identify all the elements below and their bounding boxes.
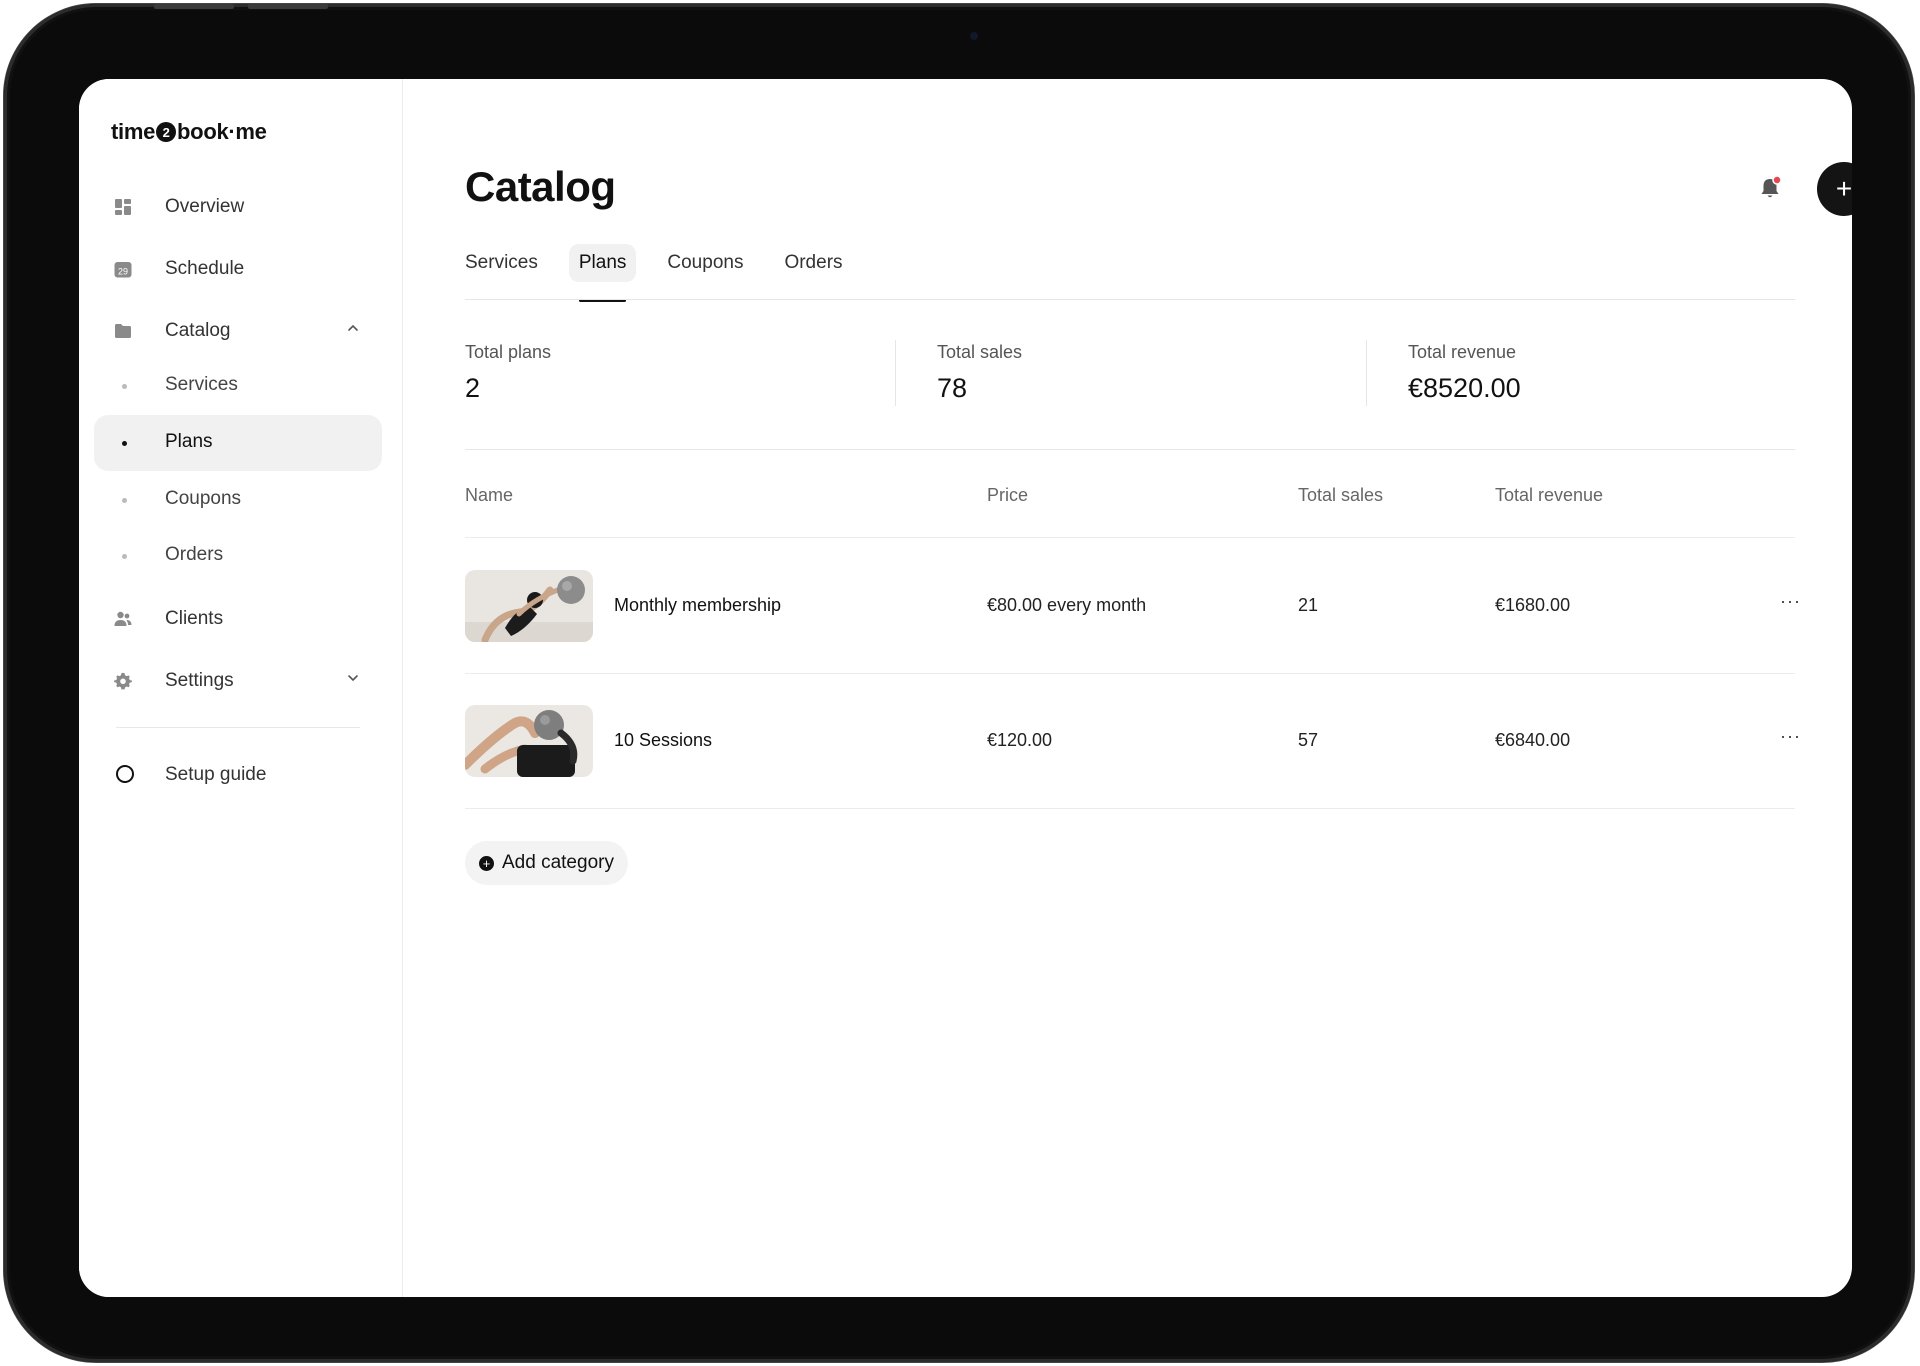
bullet-icon [122,441,127,446]
sidebar: time 2 book·me Overview 29 Schedule Cata… [79,79,403,1297]
folder-icon [115,324,131,338]
tab-orders[interactable]: Orders [774,244,852,282]
stat-divider [895,340,896,406]
stat-total-revenue: Total revenue €8520.00 [1408,342,1521,404]
row-more-menu-icon[interactable]: ··· [1780,591,1801,612]
column-header-total-revenue[interactable]: Total revenue [1495,485,1603,506]
brand-logo[interactable]: time 2 book·me [111,119,267,145]
bullet-icon [122,384,127,389]
sidebar-divider [116,727,360,728]
users-icon [114,611,132,626]
sidebar-subitem-plans[interactable]: Plans [94,415,382,471]
bullet-icon [122,498,127,503]
plus-icon: + [1835,173,1852,204]
sidebar-subitem-label: Services [165,374,238,395]
volume-button [154,4,234,9]
plan-price: €120.00 [987,730,1053,750]
notification-dot [1772,175,1782,185]
page-title: Catalog [465,163,616,210]
plan-total-revenue: €6840.00 [1495,730,1571,750]
stat-value: €8520.00 [1408,373,1521,403]
chevron-down-icon[interactable] [346,671,360,685]
column-header-name[interactable]: Name [465,485,513,506]
main-content: Catalog + Services Plans Coupons Orders … [402,79,1852,1297]
grid-icon [115,199,131,215]
sidebar-item-label: Schedule [165,258,245,279]
sidebar-item-label: Setup guide [165,764,267,785]
stat-value: 2 [465,373,481,403]
logo-text: time [111,119,156,144]
logo-text: book·me [177,119,267,144]
table-row-divider [465,673,1795,674]
create-button[interactable]: + [1817,162,1852,216]
stat-value: 78 [937,373,968,403]
stat-label: Total plans [465,342,552,362]
column-header-total-sales[interactable]: Total sales [1298,485,1383,506]
plan-name[interactable]: Monthly membership [614,595,781,616]
sidebar-item-label: Catalog [165,320,231,341]
table-row-divider [465,808,1795,809]
table-divider [465,537,1795,538]
sidebar-item-label: Overview [165,196,245,217]
tab-coupons[interactable]: Coupons [657,244,753,282]
chevron-up-icon[interactable] [346,321,360,335]
column-header-price[interactable]: Price [987,485,1028,506]
stat-total-sales: Total sales 78 [937,342,1022,404]
plan-thumbnail[interactable] [465,705,593,777]
stat-label: Total revenue [1408,342,1517,362]
circle-icon [116,765,134,783]
fitness-photo-icon [465,705,593,777]
plus-circle-icon: + [479,855,494,871]
bullet-icon [122,554,127,559]
sidebar-item-overview[interactable]: Overview [94,179,382,235]
stat-label: Total sales [937,342,1023,362]
catalog-tabs: Services Plans Coupons Orders [465,244,874,302]
calendar-icon: 29 [114,262,132,278]
sidebar-item-catalog[interactable]: Catalog [94,303,382,359]
gear-icon [114,672,132,690]
sidebar-item-label: Clients [165,608,224,629]
bell-icon[interactable] [1756,174,1784,202]
sidebar-item-setup-guide[interactable]: Setup guide [94,747,382,803]
plan-name[interactable]: 10 Sessions [614,730,712,751]
plan-total-revenue: €1680.00 [1495,595,1571,615]
tabs-divider [465,299,1795,300]
sidebar-subitem-coupons[interactable]: Coupons [94,472,382,528]
front-camera [970,32,978,40]
sidebar-item-label: Settings [165,670,234,691]
plan-thumbnail[interactable] [465,570,593,642]
row-more-menu-icon[interactable]: ··· [1780,726,1801,747]
logo-badge: 2 [156,122,177,142]
plan-price: €80.00 every month [987,595,1147,615]
plan-total-sales: 57 [1298,730,1319,750]
add-category-button[interactable]: + Add category [465,841,628,885]
tab-plans[interactable]: Plans [568,244,637,302]
stat-total-plans: Total plans 2 [465,342,551,404]
fitness-photo-icon [465,570,593,642]
tablet-frame: time 2 book·me Overview 29 Schedule Cata… [4,4,1914,1362]
volume-button [248,4,328,9]
sidebar-subitem-label: Orders [165,544,224,565]
sidebar-item-settings[interactable]: Settings [94,653,382,709]
stats-divider [465,449,1795,450]
sidebar-subitem-label: Plans [165,431,213,452]
sidebar-subitem-label: Coupons [165,488,242,509]
sidebar-subitem-services[interactable]: Services [94,358,382,414]
sidebar-item-clients[interactable]: Clients [94,591,382,647]
sidebar-subitem-orders[interactable]: Orders [94,528,382,584]
tab-services[interactable]: Services [465,244,548,282]
svg-text:29: 29 [118,267,128,277]
sidebar-item-schedule[interactable]: 29 Schedule [94,241,382,297]
app-screen: time 2 book·me Overview 29 Schedule Cata… [79,79,1852,1297]
plan-total-sales: 21 [1298,595,1319,615]
add-category-label: Add category [502,852,614,873]
stat-divider [1366,340,1367,406]
